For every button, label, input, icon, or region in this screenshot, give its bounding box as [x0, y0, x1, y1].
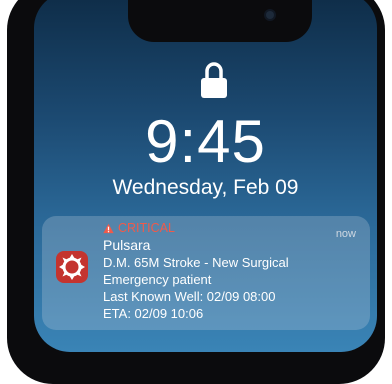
priority-label: CRITICAL [103, 220, 360, 237]
warning-triangle-icon [103, 223, 114, 234]
notification-line: D.M. 65M Stroke - New Surgical [103, 255, 289, 270]
priority-text: CRITICAL [118, 221, 175, 235]
notch [128, 0, 312, 42]
notification-app-name: Pulsara [103, 237, 151, 253]
pulsara-logo-icon [56, 251, 88, 283]
phone-frame: 9:45 Wednesday, Feb 09 CRITICAL Pulsara … [7, 0, 385, 384]
lockscreen-date: Wednesday, Feb 09 [112, 176, 299, 199]
camera-icon [266, 11, 274, 19]
notification-line: Last Known Well: 02/09 08:00 [103, 289, 276, 304]
notification-line: Emergency patient [103, 272, 212, 287]
notification-card[interactable]: CRITICAL Pulsara D.M. 65M Stroke - New S… [42, 216, 370, 330]
notification-content: CRITICAL Pulsara D.M. 65M Stroke - New S… [103, 220, 360, 322]
lockscreen-time: 9:45 [145, 108, 266, 175]
notification-line: ETA: 02/09 10:06 [103, 306, 204, 321]
lock-icon [201, 62, 227, 98]
lock-screen: 9:45 Wednesday, Feb 09 CRITICAL Pulsara … [34, 0, 377, 352]
notification-timestamp: now [335, 228, 356, 240]
